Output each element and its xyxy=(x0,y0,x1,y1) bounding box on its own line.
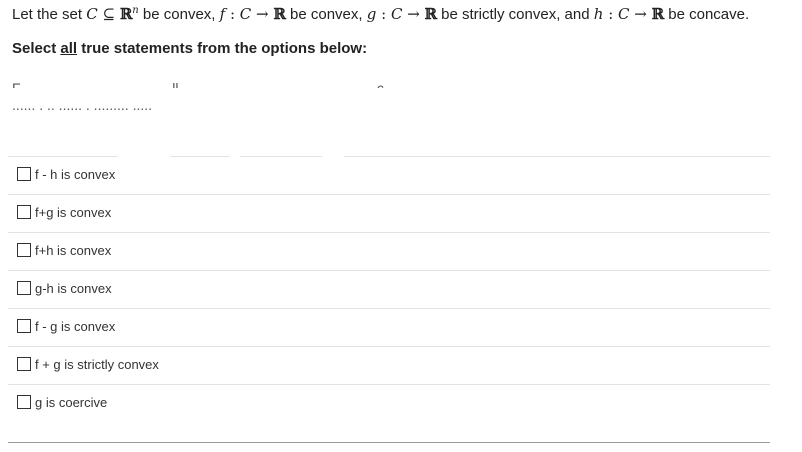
option-checkbox[interactable] xyxy=(17,395,31,409)
intro-lead-text: Let the set xyxy=(12,6,87,23)
instruction-emphasis: all xyxy=(60,40,78,57)
option-label[interactable]: f+g is convex xyxy=(35,205,111,220)
option-row[interactable]: f+h is convex xyxy=(8,233,770,271)
intro-f-desc: be convex, xyxy=(285,6,367,23)
option-checkbox[interactable] xyxy=(17,357,31,371)
question-intro: Let the set C ⊆ ℝn be convex, f : C → ℝ … xyxy=(12,5,749,23)
option-label[interactable]: g is coercive xyxy=(35,395,107,410)
math-domain-c: C xyxy=(390,5,403,23)
obscured-text-1: F , .. .. ...... ..... .. .. ...... . ..… xyxy=(12,80,388,88)
option-checkbox[interactable] xyxy=(17,167,31,181)
option-label[interactable]: g-h is convex xyxy=(35,281,112,296)
math-domain-c: C xyxy=(239,5,252,23)
option-label[interactable]: f - h is convex xyxy=(35,167,115,182)
math-arrow: → xyxy=(402,5,425,23)
math-arrow: → xyxy=(251,5,274,23)
math-colon: : xyxy=(376,5,391,23)
math-codomain: ℝ xyxy=(424,5,437,23)
options-bottom-divider xyxy=(8,442,770,443)
option-row[interactable]: f + g is strictly convex xyxy=(8,347,770,385)
math-arrow: → xyxy=(629,5,652,23)
option-row[interactable]: f+g is convex xyxy=(8,195,770,233)
option-label[interactable]: f + g is strictly convex xyxy=(35,357,159,372)
instruction-text: Select all true statements from the opti… xyxy=(12,40,367,57)
math-h: h xyxy=(593,5,604,23)
math-g: g xyxy=(366,5,377,23)
option-row[interactable]: g-h is convex xyxy=(8,271,770,309)
option-label[interactable]: f+h is convex xyxy=(35,243,111,258)
math-codomain: ℝ xyxy=(273,5,286,23)
intro-g-desc: be strictly convex, and xyxy=(437,6,594,23)
math-colon: : xyxy=(225,5,240,23)
option-checkbox[interactable] xyxy=(17,319,31,333)
option-row[interactable]: f - h is convex xyxy=(8,157,770,195)
math-subset: ⊆ xyxy=(97,5,120,23)
math-codomain: ℝ xyxy=(651,5,665,23)
math-colon: : xyxy=(603,5,619,23)
obscured-text-line-1: F , .. .. ...... ..... .. .. ...... . ..… xyxy=(0,72,802,88)
option-checkbox[interactable] xyxy=(17,205,31,219)
math-domain-c: C xyxy=(618,5,630,23)
option-label[interactable]: f - g is convex xyxy=(35,319,115,334)
question-page: Let the set C ⊆ ℝn be convex, f : C → ℝ … xyxy=(0,0,802,452)
intro-be-convex: be convex, xyxy=(138,6,220,23)
instruction-prefix: Select xyxy=(12,40,61,57)
obscured-text-2: ...... . .. ...... . ......... ..... xyxy=(12,104,153,113)
option-checkbox[interactable] xyxy=(17,281,31,295)
intro-h-desc: be concave. xyxy=(664,6,750,23)
math-reals: ℝ xyxy=(119,5,133,23)
option-checkbox[interactable] xyxy=(17,243,31,257)
option-row[interactable]: g is coercive xyxy=(8,385,770,422)
instruction-suffix: true statements from the options below: xyxy=(77,40,368,57)
options-list: f - h is convex f+g is convex f+h is con… xyxy=(8,157,770,422)
option-row[interactable]: f - g is convex xyxy=(8,309,770,347)
obscured-text-line-2: ...... . .. ...... . ......... ..... xyxy=(0,104,802,116)
math-set-c: C xyxy=(86,5,98,23)
